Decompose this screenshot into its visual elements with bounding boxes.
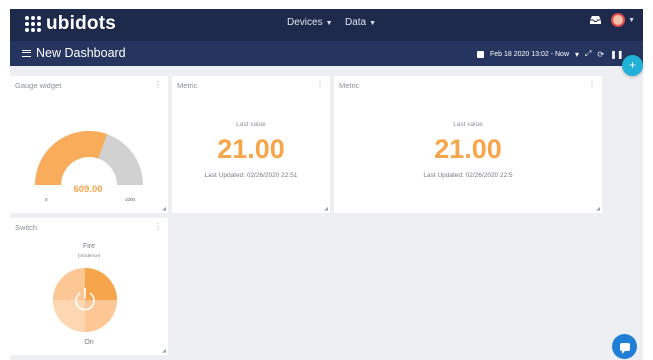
logo-text: ubidots [46,13,116,34]
switch-light-segment [53,300,85,332]
gauge-value: 609.00 [73,184,103,195]
chat-icon [619,342,630,354]
switch-widget[interactable]: Switch ⋮ Fire (Incidence) On ◢ [10,218,168,355]
gauge-dial [35,131,143,185]
switch-on-label: On [84,339,94,346]
calendar-icon [477,50,484,58]
chevron-down-icon[interactable]: ▾ [575,50,579,59]
kebab-menu-icon[interactable]: ⋮ [154,81,162,89]
resize-handle-icon[interactable]: ◢ [162,206,166,212]
chat-support-button[interactable] [612,334,637,359]
gauge-min-label: 0 [45,197,48,202]
widget-title: Gauge widget [15,81,62,90]
fullscreen-icon[interactable]: ⤢ [585,49,591,59]
chevron-down-icon[interactable]: ▼ [628,17,635,24]
nav-devices-label: Devices [287,17,323,28]
metric-value: 21.00 [217,134,285,164]
metric-widget-2[interactable]: Metric ⋮ Last value 21.00 Last Updated: … [334,76,602,213]
kebab-menu-icon[interactable]: ⋮ [588,81,596,89]
date-range-text: Feb 18 2020 13:02 - Now [490,50,569,58]
metric-value: 21.00 [434,134,502,164]
avatar[interactable] [611,13,626,27]
widget-title: Metric [177,81,198,90]
chevron-down-icon: ▼ [369,20,377,27]
dashboard-title-text: New Dashboard [36,46,126,60]
widget-title: Switch [15,223,38,232]
date-range-picker[interactable]: Feb 18 2020 13:02 - Now ▾ ⤢ ⟳ ❚❚ [477,49,624,59]
switch-accent-segment [85,268,117,300]
chevron-down-icon: ▼ [325,20,333,27]
metric-label: Last value [236,121,266,128]
metric-last-updated: Last Updated: 02/26/2020 22:51 [204,172,298,179]
kebab-menu-icon[interactable]: ⋮ [154,223,162,231]
switch-off-sublabel: (Incidence) [77,253,101,258]
resize-handle-icon[interactable]: ◢ [162,348,166,354]
dashboard-canvas: Gauge widget ⋮ 609.00 0 1000 ◢ Metric ⋮ … [10,66,643,360]
nav-devices[interactable]: Devices ▼ [287,17,333,28]
ubidots-logo[interactable]: ubidots [24,12,116,36]
nav-data-label: Data [345,17,367,28]
resize-handle-icon[interactable]: ◢ [596,206,600,212]
kebab-menu-icon[interactable]: ⋮ [316,81,324,89]
dashboard-title[interactable]: New Dashboard [22,46,126,60]
gauge-fill [35,131,108,185]
power-switch-button[interactable] [52,267,118,333]
metric-last-updated: Last Updated: 02/26/2020 22:5 [423,172,513,179]
gauge-max-label: 1000 [125,197,136,202]
resize-handle-icon[interactable]: ◢ [324,206,328,212]
metric-label: Last value [453,121,483,128]
inbox-icon[interactable] [589,15,602,25]
menu-icon[interactable] [22,49,31,57]
add-widget-button[interactable]: + [622,55,643,76]
switch-off-label: Fire [82,243,96,250]
pause-icon[interactable]: ❚❚ [610,50,623,59]
metric-widget-1[interactable]: Metric ⋮ Last value 21.00 Last Updated: … [172,76,330,213]
gauge-widget[interactable]: Gauge widget ⋮ 609.00 0 1000 ◢ [10,76,168,213]
widget-title: Metric [339,81,360,90]
logo-dots-icon [24,15,42,33]
refresh-icon[interactable]: ⟳ [597,50,604,59]
nav-data[interactable]: Data ▼ [345,17,376,28]
